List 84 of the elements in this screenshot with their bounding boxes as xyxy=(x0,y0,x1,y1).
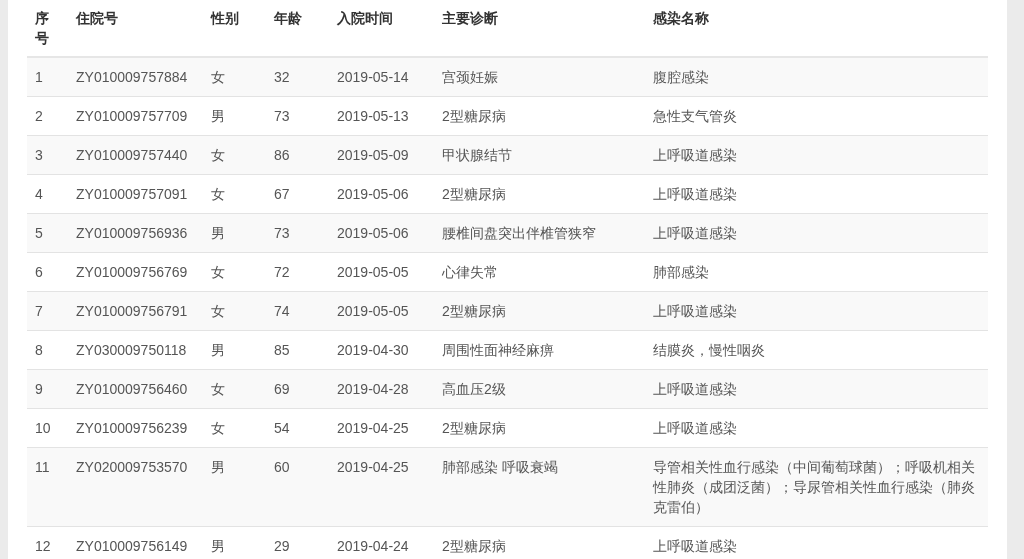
table-cell: ZY010009756769 xyxy=(68,252,203,292)
table-cell: 72 xyxy=(266,252,329,292)
table-cell: 上呼吸道感染 xyxy=(645,174,988,214)
table-cell: 54 xyxy=(266,408,329,448)
table-cell: ZY010009756460 xyxy=(68,369,203,409)
table-cell: 5 xyxy=(27,213,68,253)
table-cell: 2019-05-09 xyxy=(329,135,434,175)
table-cell: 上呼吸道感染 xyxy=(645,135,988,175)
table-cell: 女 xyxy=(203,135,266,175)
table-cell: ZY010009756149 xyxy=(68,526,203,559)
table-cell: 甲状腺结节 xyxy=(434,135,645,175)
table-cell: 肺部感染 xyxy=(645,252,988,292)
table-cell: 2019-05-06 xyxy=(329,213,434,253)
table-cell: ZY010009757709 xyxy=(68,96,203,136)
table-cell: 6 xyxy=(27,252,68,292)
table-cell: 73 xyxy=(266,213,329,253)
table-cell: 2019-04-24 xyxy=(329,526,434,559)
table-cell: 2型糖尿病 xyxy=(434,96,645,136)
table-cell: 上呼吸道感染 xyxy=(645,408,988,448)
table-cell: 2019-05-14 xyxy=(329,57,434,97)
table-cell: 2型糖尿病 xyxy=(434,408,645,448)
table-cell: 女 xyxy=(203,408,266,448)
table-cell: ZY010009757884 xyxy=(68,57,203,97)
table-cell: 心律失常 xyxy=(434,252,645,292)
table-cell: 男 xyxy=(203,526,266,559)
table-cell: 3 xyxy=(27,135,68,175)
table-cell: 男 xyxy=(203,330,266,370)
table-cell: ZY030009750118 xyxy=(68,330,203,370)
table-cell: ZY010009757440 xyxy=(68,135,203,175)
table-cell: 29 xyxy=(266,526,329,559)
table-cell: ZY010009757091 xyxy=(68,174,203,214)
table-cell: 2019-05-13 xyxy=(329,96,434,136)
table-cell: ZY020009753570 xyxy=(68,447,203,527)
table-cell: 85 xyxy=(266,330,329,370)
table-cell: 急性支气管炎 xyxy=(645,96,988,136)
table-cell: 2019-05-06 xyxy=(329,174,434,214)
table-cell: 2019-04-30 xyxy=(329,330,434,370)
table-cell: 69 xyxy=(266,369,329,409)
table-cell: 2019-04-28 xyxy=(329,369,434,409)
table-cell: 男 xyxy=(203,213,266,253)
table-cell: 7 xyxy=(27,291,68,331)
table-cell: 11 xyxy=(27,447,68,527)
table-cell: ZY010009756791 xyxy=(68,291,203,331)
table-cell: 2019-04-25 xyxy=(329,447,434,527)
table-cell: 2型糖尿病 xyxy=(434,291,645,331)
table-cell: 4 xyxy=(27,174,68,214)
table-cell: 74 xyxy=(266,291,329,331)
table-cell: 女 xyxy=(203,369,266,409)
table-cell: 2型糖尿病 xyxy=(434,174,645,214)
table-cell: 男 xyxy=(203,447,266,527)
table-cell: 上呼吸道感染 xyxy=(645,526,988,559)
table-cell: 10 xyxy=(27,408,68,448)
table-cell: 上呼吸道感染 xyxy=(645,369,988,409)
table-cell: 上呼吸道感染 xyxy=(645,291,988,331)
table-cell: 女 xyxy=(203,174,266,214)
table-cell: ZY010009756936 xyxy=(68,213,203,253)
table-cell: 腹腔感染 xyxy=(645,57,988,97)
table-cell: 67 xyxy=(266,174,329,214)
table-cell: 宫颈妊娠 xyxy=(434,57,645,97)
table-cell: 上呼吸道感染 xyxy=(645,213,988,253)
table-cell: 女 xyxy=(203,252,266,292)
table-cell: 9 xyxy=(27,369,68,409)
table-cell: 2019-04-25 xyxy=(329,408,434,448)
table-cell: 腰椎间盘突出伴椎管狭窄 xyxy=(434,213,645,253)
table-cell: 60 xyxy=(266,447,329,527)
table-cell: 73 xyxy=(266,96,329,136)
table-cell: 女 xyxy=(203,57,266,97)
table-cell: 2019-05-05 xyxy=(329,252,434,292)
table-cell: 12 xyxy=(27,526,68,559)
table-cell: 男 xyxy=(203,96,266,136)
table-cell: 周围性面神经麻痹 xyxy=(434,330,645,370)
table-cell: 高血压2级 xyxy=(434,369,645,409)
table-cell: 女 xyxy=(203,291,266,331)
table-cell: 2型糖尿病 xyxy=(434,526,645,559)
table-cell: 1 xyxy=(27,57,68,97)
table-cell: 2 xyxy=(27,96,68,136)
table-cell: ZY010009756239 xyxy=(68,408,203,448)
table-cell: 导管相关性血行感染（中间葡萄球菌）；呼吸机相关性肺炎（成团泛菌）；导尿管相关性血行感染（肺炎克雷伯） xyxy=(645,447,988,527)
table-cell: 86 xyxy=(266,135,329,175)
table-cell: 结膜炎，慢性咽炎 xyxy=(645,330,988,370)
table-cell: 8 xyxy=(27,330,68,370)
table-cell: 肺部感染 呼吸衰竭 xyxy=(434,447,645,527)
table-cell: 2019-05-05 xyxy=(329,291,434,331)
table-cell: 32 xyxy=(266,57,329,97)
